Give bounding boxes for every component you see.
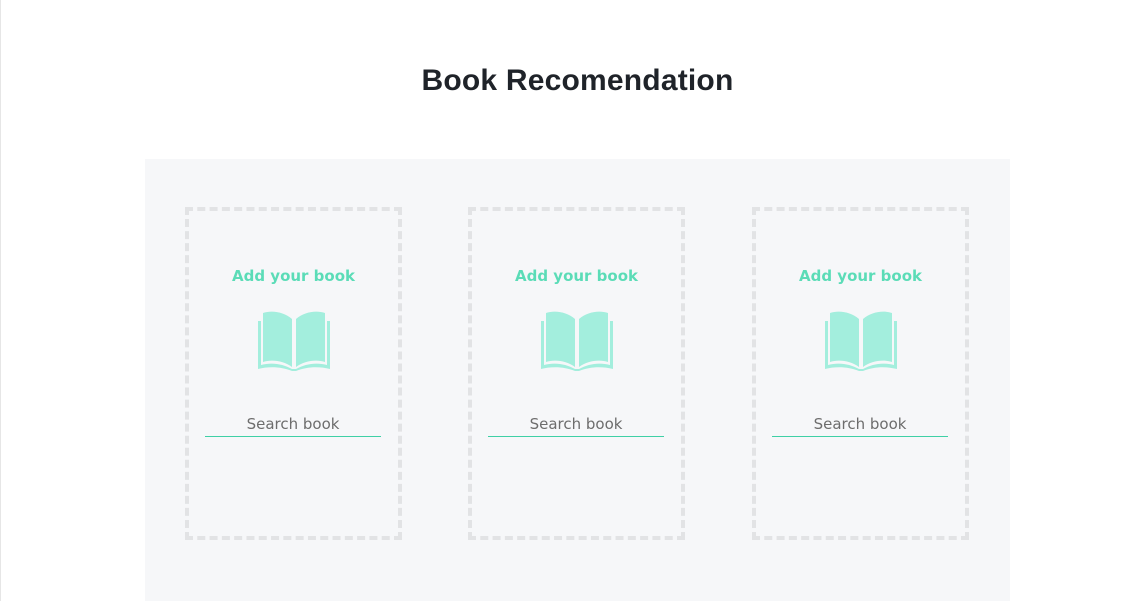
page-title: Book Recomendation — [421, 64, 734, 97]
search-book-input[interactable] — [488, 411, 664, 437]
book-slots-panel: Add your book Add your book — [145, 159, 1010, 601]
page: Book Recomendation Add your book Add you… — [0, 0, 1143, 601]
add-book-heading: Add your book — [798, 267, 922, 285]
book-slot-card[interactable]: Add your book — [752, 207, 969, 540]
open-book-icon — [540, 311, 613, 371]
search-book-input[interactable] — [772, 411, 948, 437]
open-book-icon — [257, 311, 330, 371]
book-slot-card[interactable]: Add your book — [185, 207, 402, 540]
search-book-input[interactable] — [205, 411, 381, 437]
open-book-icon — [824, 311, 897, 371]
add-book-heading: Add your book — [514, 267, 638, 285]
add-book-heading: Add your book — [231, 267, 355, 285]
book-slot-card[interactable]: Add your book — [468, 207, 685, 540]
